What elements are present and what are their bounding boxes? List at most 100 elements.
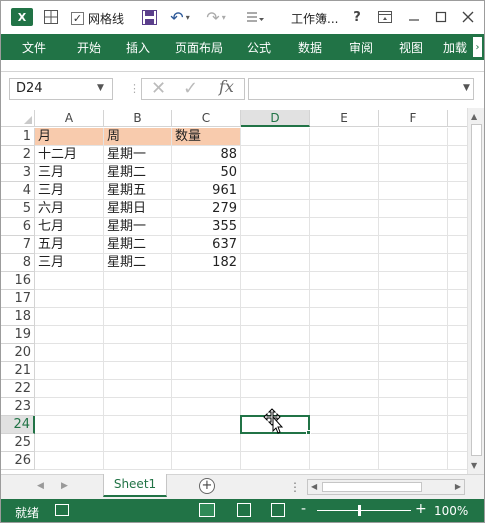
cell-d3[interactable] [241,164,310,182]
cell-f16[interactable] [379,272,448,290]
tab-data[interactable]: 数据 [285,34,335,60]
cell-f17[interactable] [379,290,448,308]
cell-c3[interactable]: 50 [172,164,241,182]
page-layout-view-icon[interactable] [237,503,251,517]
row-header-1[interactable]: 1 [1,128,35,146]
cell-g26[interactable] [448,452,467,470]
cell-e2[interactable] [310,146,379,164]
cell-f7[interactable] [379,236,448,254]
cell-f20[interactable] [379,344,448,362]
cell-a26[interactable] [35,452,104,470]
cell-a2[interactable]: 十二月 [35,146,104,164]
cell-a20[interactable] [35,344,104,362]
undo-icon[interactable]: ↶ ▾ [169,8,191,27]
scroll-right-icon[interactable]: ▶ [455,482,461,491]
cell-g5[interactable] [448,200,467,218]
tab-review[interactable]: 审阅 [335,34,387,60]
cell-d25[interactable] [241,434,310,452]
cell-f2[interactable] [379,146,448,164]
cell-c25[interactable] [172,434,241,452]
cell-f19[interactable] [379,326,448,344]
column-header-f[interactable]: F [379,110,448,127]
cell-c19[interactable] [172,326,241,344]
cell-d4[interactable] [241,182,310,200]
cell-f18[interactable] [379,308,448,326]
row-header-7[interactable]: 7 [1,236,35,254]
row-header-18[interactable]: 18 [1,308,35,326]
cell-g1[interactable] [448,128,467,146]
cell-f21[interactable] [379,362,448,380]
cell-e17[interactable] [310,290,379,308]
maximize-icon[interactable] [433,8,449,26]
row-header-21[interactable]: 21 [1,362,35,380]
cell-b20[interactable] [104,344,172,362]
cell-c20[interactable] [172,344,241,362]
cell-f6[interactable] [379,218,448,236]
cell-c26[interactable] [172,452,241,470]
cancel-icon[interactable]: ✕ [151,78,166,99]
cell-c18[interactable] [172,308,241,326]
cell-b4[interactable]: 星期五 [104,182,172,200]
row-header-2[interactable]: 2 [1,146,35,164]
cell-f5[interactable] [379,200,448,218]
cell-d17[interactable] [241,290,310,308]
scroll-up-icon[interactable]: ▲ [471,112,477,121]
cell-g7[interactable] [448,236,467,254]
cell-b6[interactable]: 星期一 [104,218,172,236]
cell-d16[interactable] [241,272,310,290]
cell-e3[interactable] [310,164,379,182]
horizontal-scroll-thumb[interactable] [322,482,422,492]
cell-a1[interactable]: 月 [35,128,104,146]
chevron-down-icon[interactable]: ▼ [97,83,104,93]
cell-g18[interactable] [448,308,467,326]
cell-f1[interactable] [379,128,448,146]
cell-e22[interactable] [310,380,379,398]
cell-c17[interactable] [172,290,241,308]
cell-a7[interactable]: 五月 [35,236,104,254]
cell-g25[interactable] [448,434,467,452]
cell-a18[interactable] [35,308,104,326]
minimize-icon[interactable] [406,8,422,26]
gridlines-toggle[interactable]: ✓ 网格线 [71,10,124,27]
tab-home[interactable]: 开始 [67,34,111,60]
cell-g2[interactable] [448,146,467,164]
row-header-20[interactable]: 20 [1,344,35,362]
cell-b21[interactable] [104,362,172,380]
cell-b18[interactable] [104,308,172,326]
cell-a24[interactable] [35,416,104,434]
cell-d5[interactable] [241,200,310,218]
cell-b25[interactable] [104,434,172,452]
cell-d21[interactable] [241,362,310,380]
cell-b23[interactable] [104,398,172,416]
cell-b17[interactable] [104,290,172,308]
macro-record-icon[interactable] [55,504,69,516]
cell-b8[interactable]: 星期二 [104,254,172,272]
row-header-22[interactable]: 22 [1,380,35,398]
row-header-24[interactable]: 24 [1,416,35,434]
row-header-6[interactable]: 6 [1,218,35,236]
table-grid-icon[interactable] [43,8,59,26]
tab-split-handle-icon[interactable]: ⋮ [289,480,301,494]
cell-a19[interactable] [35,326,104,344]
formula-bar-splitter-icon[interactable]: ⋮ [129,82,141,95]
cell-f23[interactable] [379,398,448,416]
cell-d8[interactable] [241,254,310,272]
cell-b16[interactable] [104,272,172,290]
cell-b2[interactable]: 星期一 [104,146,172,164]
cell-d26[interactable] [241,452,310,470]
cell-a23[interactable] [35,398,104,416]
cell-e26[interactable] [310,452,379,470]
cell-d6[interactable] [241,218,310,236]
cell-d20[interactable] [241,344,310,362]
column-header-b[interactable]: B [104,110,172,127]
cell-e16[interactable] [310,272,379,290]
cell-e18[interactable] [310,308,379,326]
cell-c21[interactable] [172,362,241,380]
cell-f3[interactable] [379,164,448,182]
tab-insert[interactable]: 插入 [111,34,165,60]
cell-e19[interactable] [310,326,379,344]
column-header-a[interactable]: A [35,110,104,127]
vertical-scroll-thumb[interactable] [471,124,482,456]
save-icon[interactable] [141,8,157,26]
scroll-left-icon[interactable]: ◀ [311,482,317,491]
